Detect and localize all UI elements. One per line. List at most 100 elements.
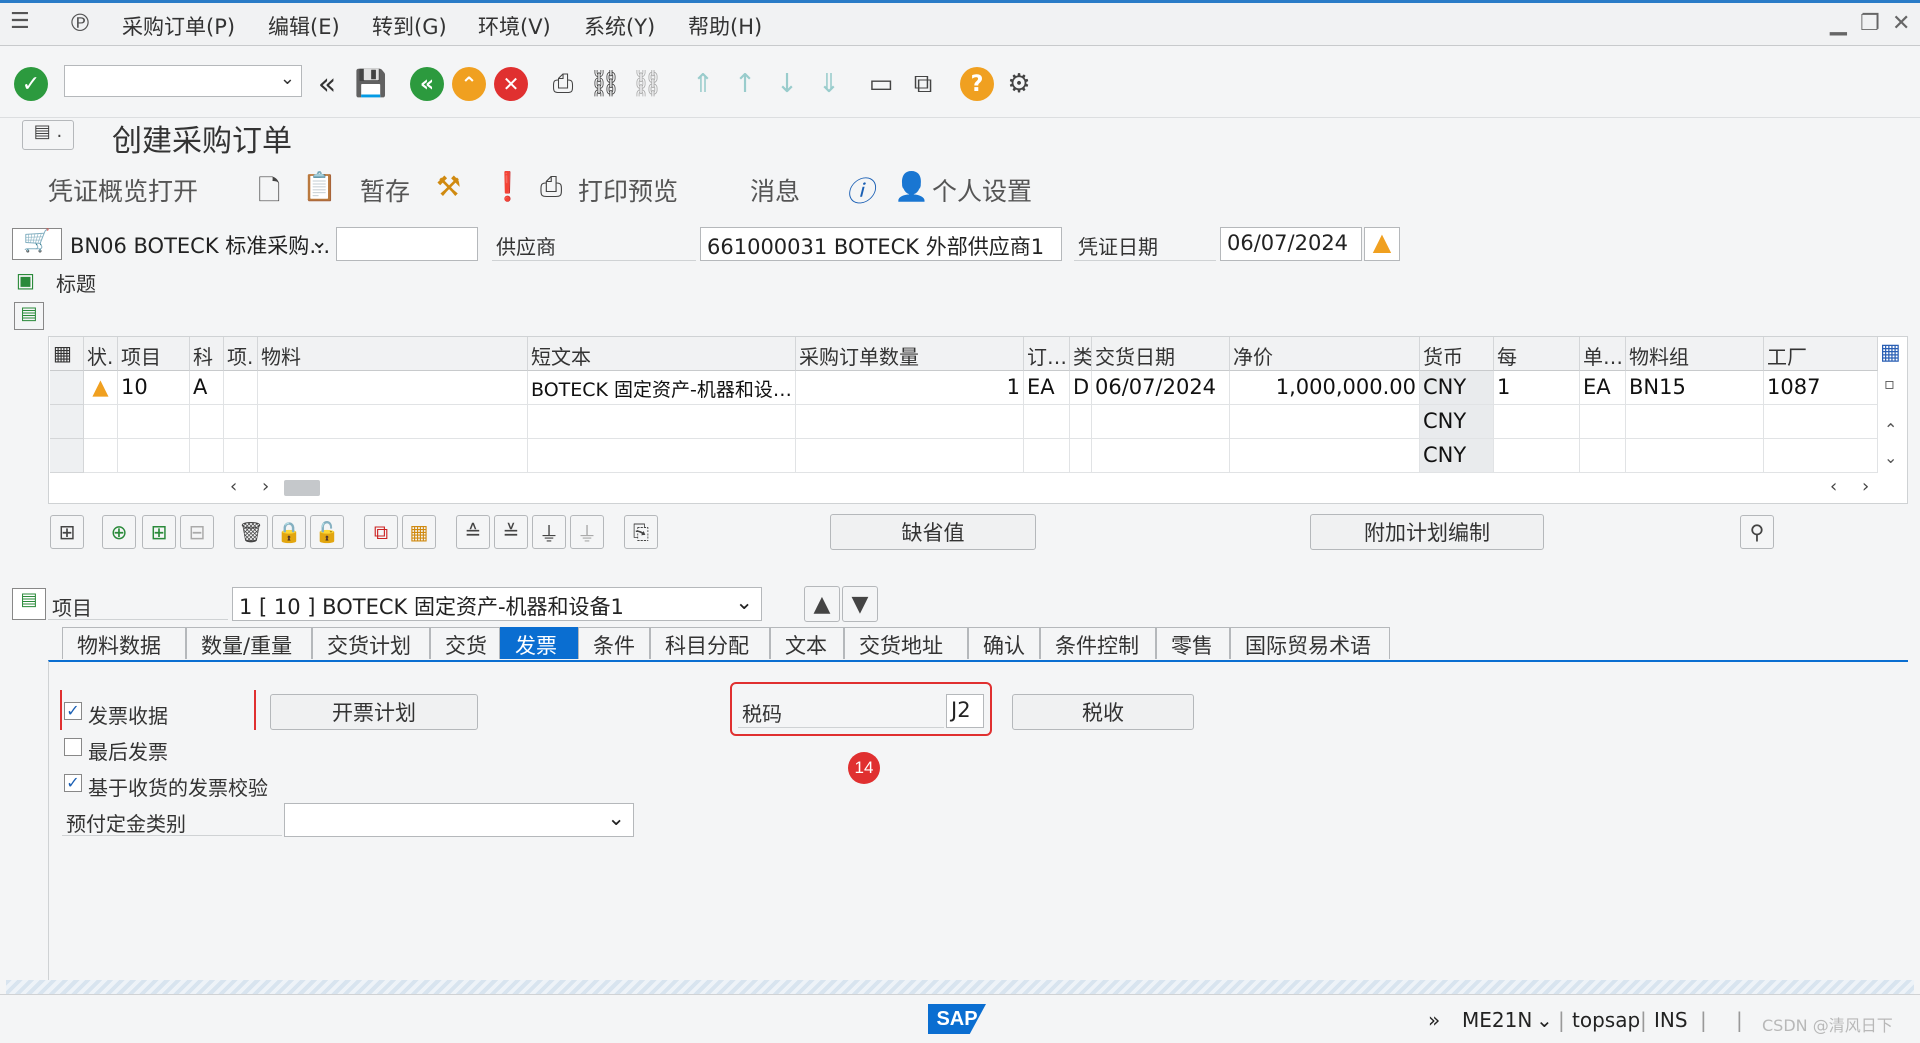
col-quantity[interactable]: 采购订单数量 (796, 337, 1024, 371)
personal-settings-button[interactable]: 个人设置 (932, 172, 1032, 208)
messages-button[interactable]: 消息 (750, 172, 800, 208)
tab-delivery-schedule[interactable]: 交货计划 (312, 627, 430, 659)
cell-quantity[interactable] (796, 405, 1024, 439)
enter-icon[interactable]: ✓ (14, 67, 48, 101)
cell-acct-cat[interactable] (190, 439, 224, 473)
grid-settings-icon[interactable]: ▦ (50, 337, 84, 371)
tab-retail[interactable]: 零售 (1156, 627, 1230, 659)
cell-net-price[interactable] (1230, 439, 1420, 473)
filter-icon[interactable]: ⏚ (532, 515, 566, 549)
header-collapse-icon[interactable]: ▣ (16, 268, 35, 292)
configure-icon[interactable]: ⚲ (1740, 515, 1774, 549)
back-icon[interactable]: « (410, 67, 444, 101)
col-delivery-date[interactable]: 交货日期 (1092, 337, 1230, 371)
col-dci[interactable]: 类 (1070, 337, 1092, 371)
cell-net-price[interactable]: 1,000,000.00 (1230, 371, 1420, 405)
cell-per[interactable] (1494, 439, 1580, 473)
cell-short-text[interactable] (528, 405, 796, 439)
cell-item-cat[interactable] (224, 371, 258, 405)
col-material[interactable]: 物料 (258, 337, 528, 371)
h-scroll-right-icon[interactable]: › (1862, 476, 1869, 497)
col-plant[interactable]: 工厂 (1764, 337, 1878, 371)
order-number-input[interactable] (336, 227, 478, 261)
table-settings-icon[interactable]: ▦ (402, 515, 436, 549)
cell-plant[interactable] (1764, 439, 1878, 473)
final-invoice-checkbox[interactable] (64, 738, 82, 756)
flag-icon[interactable]: ❗ (490, 170, 525, 203)
cell-dci[interactable] (1070, 405, 1092, 439)
cell-delivery-date[interactable] (1092, 439, 1230, 473)
cell-material[interactable] (258, 405, 528, 439)
cell-per[interactable]: 1 (1494, 371, 1580, 405)
col-acct-cat[interactable]: 科 (190, 337, 224, 371)
items-collapse-icon[interactable]: ▤ (14, 302, 44, 330)
cell-material[interactable] (258, 439, 528, 473)
cell-unit[interactable]: EA (1580, 371, 1626, 405)
expand-status-icon[interactable]: » (1428, 1008, 1440, 1032)
cell-acct-cat[interactable]: A (190, 371, 224, 405)
col-per[interactable]: 每 (1494, 337, 1580, 371)
next-item-icon[interactable]: ▼ (842, 586, 878, 622)
menu-purchase-order[interactable]: 采购订单(P) (122, 11, 235, 41)
h-scroll-left-icon[interactable]: ‹ (230, 476, 237, 497)
check-icon[interactable]: ⚒ (436, 170, 461, 203)
print-icon[interactable]: ⎙ (546, 67, 580, 101)
cell-material-group[interactable]: BN15 (1626, 371, 1764, 405)
vendor-input[interactable]: 661000031 BOTECK 外部供应商1 (700, 227, 1062, 261)
tab-account-assignment[interactable]: 科目分配 (650, 627, 770, 659)
cell-item[interactable]: 10 (118, 371, 190, 405)
insert-row-icon[interactable]: ⊞ (142, 515, 176, 549)
unlock-icon[interactable]: 🔓 (310, 515, 344, 549)
cell-oun[interactable]: EA (1024, 371, 1070, 405)
details-icon[interactable]: ⊞ (50, 515, 84, 549)
cell-delivery-date[interactable]: 06/07/2024 (1092, 371, 1230, 405)
restore-icon[interactable]: ❐ (1860, 11, 1880, 36)
cell-per[interactable] (1494, 405, 1580, 439)
grid-layout-icon[interactable]: ▦ (1880, 340, 1901, 365)
tab-invoice[interactable]: 发票 (500, 627, 578, 659)
col-status[interactable]: 状. (84, 337, 118, 371)
exit-icon[interactable]: ⌃ (452, 67, 486, 101)
chevron-down-icon[interactable]: ⌄ (735, 590, 753, 614)
taxes-button[interactable]: 税收 (1012, 694, 1194, 730)
additional-planning-button[interactable]: 附加计划编制 (1310, 514, 1544, 550)
dp-category-select[interactable]: ⌄ (284, 803, 634, 837)
col-item-cat[interactable]: 项. (224, 337, 258, 371)
col-unit[interactable]: 单… (1580, 337, 1626, 371)
col-currency[interactable]: 货币 (1420, 337, 1494, 371)
gr-based-iv-checkbox[interactable]: ✓ (64, 774, 82, 792)
shortcut-icon[interactable]: ⧉ (906, 67, 940, 101)
col-oun[interactable]: 订… (1024, 337, 1070, 371)
menu-environment[interactable]: 环境(V) (478, 11, 551, 41)
tab-confirmations[interactable]: 确认 (968, 627, 1040, 659)
prev-item-icon[interactable]: ▲ (804, 586, 840, 622)
new-document-icon[interactable]: 🗋 (258, 170, 281, 218)
close-icon[interactable]: ✕ (1892, 11, 1910, 36)
cell-material-group[interactable] (1626, 405, 1764, 439)
scroll-up-icon[interactable]: ⌃ (1884, 420, 1904, 439)
tab-material-data[interactable]: 物料数据 (62, 627, 186, 659)
cell-item[interactable] (118, 439, 190, 473)
chevron-down-icon[interactable]: ⌄ (310, 229, 328, 253)
cell-item[interactable] (118, 405, 190, 439)
cell-material[interactable] (258, 371, 528, 405)
cell-oun[interactable] (1024, 405, 1070, 439)
tab-quantity-weight[interactable]: 数量/重量 (186, 627, 312, 659)
item-select[interactable]: 1 [ 10 ] BOTECK 固定资产-机器和设备1 ⌄ (232, 587, 762, 621)
help-icon[interactable]: ? (960, 67, 994, 101)
invoicing-plan-button[interactable]: 开票计划 (270, 694, 478, 730)
cell-quantity[interactable] (796, 439, 1024, 473)
cell-acct-cat[interactable] (190, 405, 224, 439)
cell-quantity[interactable]: 1 (796, 371, 1024, 405)
cell-unit[interactable] (1580, 405, 1626, 439)
menu-icon[interactable]: ☰ (10, 9, 30, 34)
cell-dci[interactable]: D (1070, 371, 1092, 405)
cell-dci[interactable] (1070, 439, 1092, 473)
sort-desc-icon[interactable]: ≚ (494, 515, 528, 549)
cell-material-group[interactable] (1626, 439, 1764, 473)
doc-overview-button[interactable]: 凭证概览打开 (48, 172, 198, 208)
sort-asc-icon[interactable]: ≙ (456, 515, 490, 549)
new-session-icon[interactable]: ▭ (864, 67, 898, 101)
cell-status[interactable] (84, 405, 118, 439)
minimize-icon[interactable]: ▁ (1830, 11, 1847, 36)
